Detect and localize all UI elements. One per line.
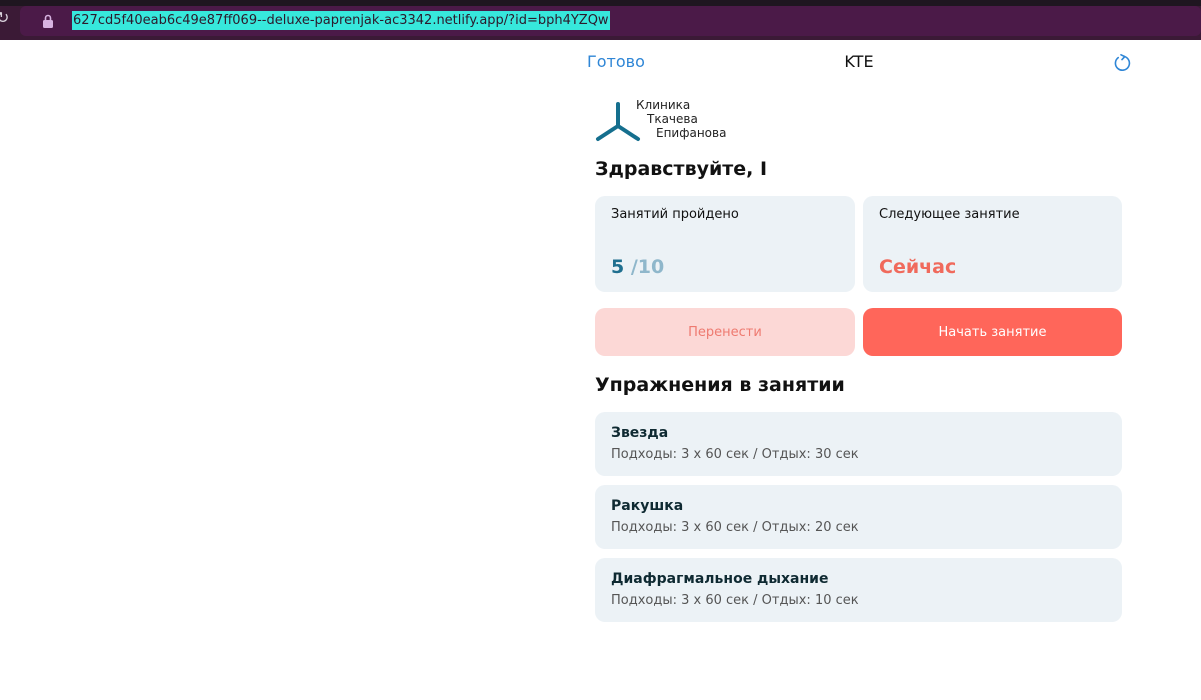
next-session-label: Следующее занятие bbox=[879, 207, 1020, 222]
lock-icon bbox=[43, 14, 53, 28]
clinic-logo: Клиника Ткачева Епифанова bbox=[595, 98, 755, 144]
exercise-details: Подходы: 3 x 60 сек / Отдых: 10 сек bbox=[611, 593, 859, 608]
tripod-logo-icon bbox=[596, 102, 640, 141]
completed-count: 5 bbox=[611, 256, 625, 278]
exercises-heading: Упражнения в занятии bbox=[595, 374, 845, 396]
next-session-value: Сейчас bbox=[879, 256, 957, 278]
exercise-details: Подходы: 3 x 60 сек / Отдых: 30 сек bbox=[611, 447, 859, 462]
logo-line-1: Клиника bbox=[636, 98, 691, 112]
exercise-name: Диафрагмальное дыхание bbox=[611, 571, 829, 587]
sessions-completed-label: Занятий пройдено bbox=[611, 207, 739, 222]
total-count: /10 bbox=[630, 256, 665, 278]
url-text[interactable]: 627cd5f40eab6c49e87ff069--deluxe-paprenj… bbox=[72, 11, 610, 30]
page-title: KTE bbox=[844, 52, 874, 71]
sessions-completed-value: 5 /10 bbox=[611, 256, 664, 278]
refresh-icon[interactable] bbox=[1113, 54, 1131, 72]
exercise-item[interactable]: Диафрагмальное дыхание Подходы: 3 x 60 с… bbox=[595, 558, 1122, 622]
next-session-card: Следующее занятие Сейчас bbox=[863, 196, 1122, 292]
exercise-item[interactable]: Звезда Подходы: 3 x 60 сек / Отдых: 30 с… bbox=[595, 412, 1122, 476]
sessions-completed-card: Занятий пройдено 5 /10 bbox=[595, 196, 855, 292]
logo-line-3: Епифанова bbox=[656, 126, 727, 140]
app-screen: Готово KTE Клиника Ткачева Епифанова Здр… bbox=[580, 40, 1138, 700]
reload-icon[interactable]: ↻ bbox=[0, 10, 10, 26]
reschedule-button[interactable]: Перенести bbox=[595, 308, 855, 356]
logo-line-2: Ткачева bbox=[647, 112, 698, 126]
browser-toolbar: ↻ 627cd5f40eab6c49e87ff069--deluxe-papre… bbox=[0, 0, 1201, 40]
greeting-heading: Здравствуйте, I bbox=[595, 158, 768, 180]
address-bar[interactable]: 627cd5f40eab6c49e87ff069--deluxe-paprenj… bbox=[20, 6, 1201, 36]
start-session-button[interactable]: Начать занятие bbox=[863, 308, 1122, 356]
exercise-name: Ракушка bbox=[611, 498, 684, 514]
exercise-name: Звезда bbox=[611, 425, 669, 441]
exercise-details: Подходы: 3 x 60 сек / Отдых: 20 сек bbox=[611, 520, 859, 535]
exercise-item[interactable]: Ракушка Подходы: 3 x 60 сек / Отдых: 20 … bbox=[595, 485, 1122, 549]
